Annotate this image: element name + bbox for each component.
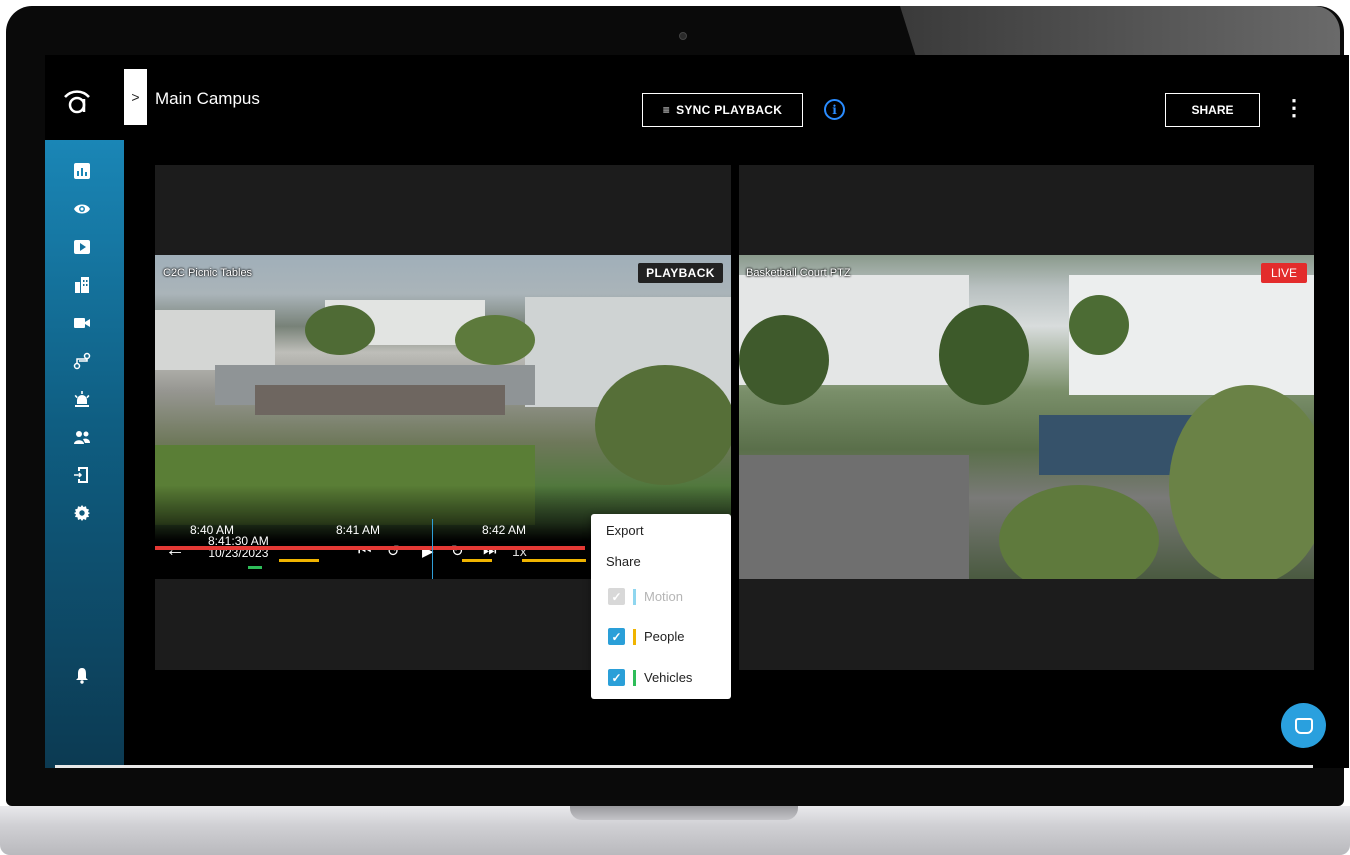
share-button[interactable]: SHARE: [1165, 93, 1260, 127]
right-camera-name: Basketball Court PTZ: [746, 267, 851, 279]
door-icon[interactable]: [71, 464, 93, 486]
menu-share[interactable]: Share: [606, 554, 641, 569]
checkbox-icon[interactable]: ✓: [608, 669, 625, 686]
lid-glare: [900, 6, 1340, 62]
buildings-icon[interactable]: [71, 274, 93, 296]
laptop-notch: [570, 806, 798, 820]
people-color-swatch: [633, 628, 636, 645]
filter-people[interactable]: ✓ People: [608, 628, 684, 645]
webcam-dot: [679, 32, 687, 40]
filter-motion[interactable]: ✓ Motion: [608, 588, 683, 605]
left-camera-name: C2C Picnic Tables: [163, 267, 253, 279]
screen-divider: [55, 765, 1313, 768]
siren-icon[interactable]: [71, 388, 93, 410]
filter-vehicles[interactable]: ✓ Vehicles: [608, 669, 692, 686]
play-icon[interactable]: [71, 236, 93, 258]
skip-back-icon[interactable]: ⏮: [358, 542, 372, 559]
skip-forward-icon[interactable]: ⏭: [483, 542, 497, 559]
chat-icon: [1294, 717, 1313, 734]
forward-10-icon[interactable]: ↻: [451, 542, 464, 560]
chevron-right-icon: >: [131, 89, 140, 105]
vehicles-color-swatch: [633, 669, 636, 686]
checkbox-icon[interactable]: ✓: [608, 628, 625, 645]
gear-icon[interactable]: [71, 502, 93, 524]
video-camera-icon[interactable]: [71, 312, 93, 334]
info-icon[interactable]: i: [824, 99, 845, 120]
sync-list-icon: ≡: [662, 103, 671, 117]
live-badge: LIVE: [1261, 263, 1307, 283]
timeline-tick: 8:41 AM: [336, 523, 381, 537]
sidebar: [45, 140, 124, 768]
expand-sidebar-button[interactable]: >: [124, 69, 147, 125]
menu-export[interactable]: Export: [606, 523, 644, 538]
timeline-cursor[interactable]: [432, 519, 433, 579]
filter-people-label: People: [644, 629, 685, 644]
checkbox-icon[interactable]: ✓: [608, 588, 625, 605]
eye-icon[interactable]: [71, 198, 93, 220]
bar-chart-icon[interactable]: [71, 160, 93, 182]
back-arrow-icon[interactable]: ←: [165, 539, 185, 562]
person-event-marker[interactable]: [462, 559, 492, 562]
timeline-tick: 8:40 AM: [190, 523, 235, 537]
people-icon[interactable]: [71, 426, 93, 448]
sync-playback-button[interactable]: ≡ SYNC PLAYBACK: [642, 93, 803, 127]
person-event-marker[interactable]: [279, 559, 319, 562]
vehicle-event-marker[interactable]: [248, 566, 262, 569]
site-title[interactable]: Main Campus: [155, 89, 260, 109]
playback-badge: PLAYBACK: [638, 263, 723, 283]
timeline-tick: 8:42 AM: [482, 523, 527, 537]
rewind-10-icon[interactable]: ↺: [387, 542, 400, 560]
motion-color-swatch: [633, 588, 636, 605]
filter-vehicles-label: Vehicles: [644, 670, 693, 685]
chat-support-button[interactable]: [1281, 703, 1326, 748]
right-video-feed[interactable]: [739, 255, 1314, 579]
bell-icon[interactable]: [71, 664, 93, 686]
feed-options-menu: Export Share ✓ Motion ✓ People ✓ Vehicle…: [591, 514, 731, 699]
more-options-icon[interactable]: ⋮: [1283, 97, 1305, 119]
timeline-track[interactable]: [155, 546, 585, 550]
sync-playback-label: SYNC PLAYBACK: [676, 103, 783, 117]
person-event-marker[interactable]: [522, 559, 586, 562]
filter-motion-label: Motion: [644, 589, 684, 604]
routing-icon[interactable]: [71, 350, 93, 372]
app-logo-icon[interactable]: [59, 83, 95, 119]
